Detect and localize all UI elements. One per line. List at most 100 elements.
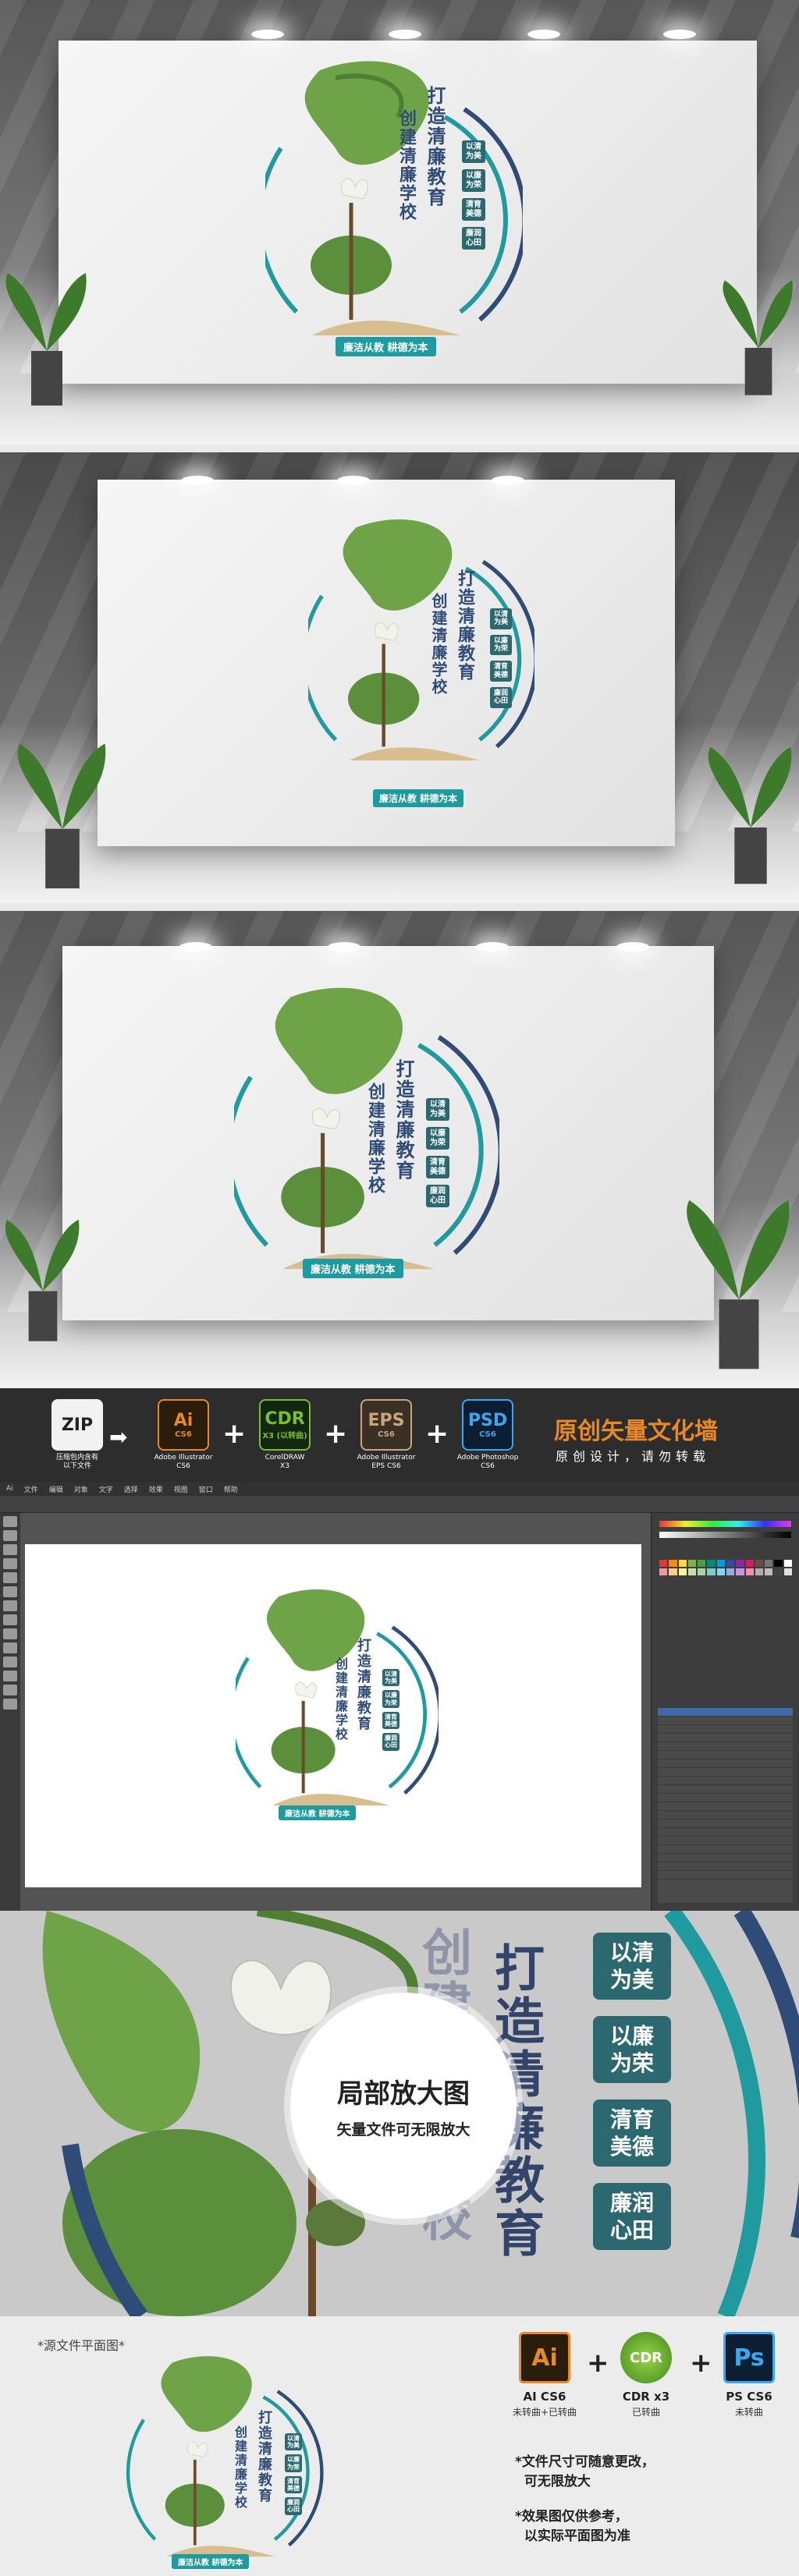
badge-column: 以清为美 以廉为荣 清育美德 廉润心田 <box>285 2433 302 2515</box>
layer-row[interactable] <box>658 1725 793 1734</box>
potted-plant <box>679 1160 799 1379</box>
potted-plant <box>0 710 125 897</box>
selection-tool-icon[interactable] <box>3 1516 17 1527</box>
layer-row[interactable] <box>658 1742 793 1751</box>
badge: 清育美德 <box>462 198 485 221</box>
rotate-tool-icon[interactable] <box>3 1628 17 1639</box>
zoom-callout: 局部放大图 矢量文件可无限放大 <box>290 1993 517 2219</box>
format-label: CorelDRAW X3 <box>265 1454 305 1470</box>
layer-row[interactable] <box>658 1845 793 1854</box>
swatch[interactable] <box>669 1560 677 1567</box>
menu-item[interactable]: 选择 <box>124 1484 138 1494</box>
swatch[interactable] <box>765 1560 773 1567</box>
layer-row[interactable] <box>658 1837 793 1845</box>
layer-row[interactable] <box>658 1785 793 1794</box>
slogan-banner: 廉洁从教 耕德为本 <box>336 337 436 356</box>
pen-tool-icon[interactable] <box>3 1544 17 1555</box>
menu-item[interactable]: 视图 <box>174 1484 188 1494</box>
slogan-banner: 廉洁从教 耕德为本 <box>303 1259 403 1278</box>
layer-row[interactable] <box>658 1768 793 1777</box>
sign-subtitle: 创建清廉学校 <box>396 109 417 221</box>
swatch[interactable] <box>678 1560 687 1567</box>
swatch[interactable] <box>716 1560 725 1567</box>
swatch[interactable] <box>755 1568 764 1575</box>
swatch[interactable] <box>736 1560 744 1567</box>
swatch[interactable] <box>707 1568 716 1575</box>
menu-item[interactable]: 帮助 <box>224 1484 238 1494</box>
slogan-banner: 廉洁从教 耕德为本 <box>172 2554 250 2569</box>
swatch[interactable] <box>726 1568 735 1575</box>
zoom-tool-icon[interactable] <box>3 1699 17 1710</box>
scale-tool-icon[interactable] <box>3 1642 17 1653</box>
layer-row[interactable] <box>658 1751 793 1759</box>
spotlight <box>179 942 212 951</box>
layer-row[interactable] <box>658 1828 793 1837</box>
brush-tool-icon[interactable] <box>3 1600 17 1611</box>
swatches-panel <box>659 1560 792 1575</box>
swatch[interactable] <box>745 1568 754 1575</box>
layer-row[interactable] <box>658 1819 793 1828</box>
eyedropper-tool-icon[interactable] <box>3 1671 17 1681</box>
sign-title: 打造清廉教育 <box>392 1059 415 1181</box>
layer-row[interactable] <box>658 1777 793 1785</box>
menu-item[interactable]: 对象 <box>74 1484 88 1494</box>
swatch[interactable] <box>765 1568 773 1575</box>
swatch[interactable] <box>698 1568 706 1575</box>
swatch[interactable] <box>726 1560 735 1567</box>
zoom-badge: 以清 为美 <box>593 1933 671 2000</box>
format-psd: PSD CS6 Adobe Photoshop CS6 <box>445 1399 531 1471</box>
mockup-scene-3: 打造清廉教育 创建清廉学校 以清为美 以廉为荣 清育美德 廉润心田 廉洁从教 耕… <box>0 911 799 1388</box>
menu-item[interactable]: 文件 <box>24 1484 38 1494</box>
swatch[interactable] <box>698 1560 706 1567</box>
layer-row[interactable] <box>658 1717 793 1725</box>
artboard[interactable]: 打造清廉教育 创建清廉学校 以清为美 以廉为荣 清育美德 廉润心田 廉洁从教 耕… <box>25 1544 641 1887</box>
layer-row[interactable] <box>658 1708 793 1717</box>
gray-ramp[interactable] <box>659 1532 791 1538</box>
swatch[interactable] <box>678 1568 687 1575</box>
layer-row[interactable] <box>658 1794 793 1802</box>
badge: 廉润心田 <box>285 2497 302 2515</box>
swatch[interactable] <box>659 1560 668 1567</box>
format-label: Adobe Illustrator EPS CS6 <box>357 1454 416 1470</box>
swatch[interactable] <box>745 1560 754 1567</box>
swatch[interactable] <box>774 1560 783 1567</box>
swatch[interactable] <box>687 1568 697 1575</box>
psd-icon: PSD CS6 <box>462 1399 513 1451</box>
layer-row[interactable] <box>658 1802 793 1811</box>
culture-wall-sign <box>113 2351 339 2574</box>
swatch[interactable] <box>783 1560 792 1567</box>
swatch[interactable] <box>687 1560 697 1567</box>
swatch[interactable] <box>669 1568 677 1575</box>
type-tool-icon[interactable] <box>3 1558 17 1569</box>
layer-row[interactable] <box>658 1862 793 1871</box>
menu-item[interactable]: 编辑 <box>49 1484 63 1494</box>
layer-row[interactable] <box>658 1854 793 1862</box>
swatch[interactable] <box>736 1568 744 1575</box>
color-spectrum[interactable] <box>659 1521 791 1527</box>
swatch[interactable] <box>774 1568 783 1575</box>
psd-icon-text: PSD <box>467 1411 508 1430</box>
menu-item[interactable]: 文字 <box>99 1484 113 1494</box>
rectangle-tool-icon[interactable] <box>3 1586 17 1597</box>
layer-row[interactable] <box>658 1811 793 1819</box>
swatch[interactable] <box>783 1568 792 1575</box>
swatch[interactable] <box>659 1568 668 1575</box>
spotlight <box>663 30 696 39</box>
layer-row[interactable] <box>658 1871 793 1880</box>
layer-row[interactable] <box>658 1759 793 1768</box>
hand-tool-icon[interactable] <box>3 1685 17 1695</box>
gradient-tool-icon[interactable] <box>3 1657 17 1667</box>
layer-row[interactable] <box>658 1734 793 1742</box>
menu-item[interactable]: 窗口 <box>199 1484 213 1494</box>
menu-item[interactable]: Ai <box>6 1485 13 1493</box>
menu-item[interactable]: 效果 <box>149 1484 163 1494</box>
sign-title: 打造清廉教育 <box>424 86 446 207</box>
pencil-tool-icon[interactable] <box>3 1614 17 1625</box>
swatch[interactable] <box>707 1560 716 1567</box>
swatch[interactable] <box>716 1568 725 1575</box>
direct-select-tool-icon[interactable] <box>3 1530 17 1541</box>
line-tool-icon[interactable] <box>3 1572 17 1583</box>
swatch[interactable] <box>755 1560 764 1567</box>
badge-column: 以清为美 以廉为荣 清育美德 廉润心田 <box>426 1098 449 1207</box>
app-sub: 未转曲 <box>734 2407 763 2418</box>
